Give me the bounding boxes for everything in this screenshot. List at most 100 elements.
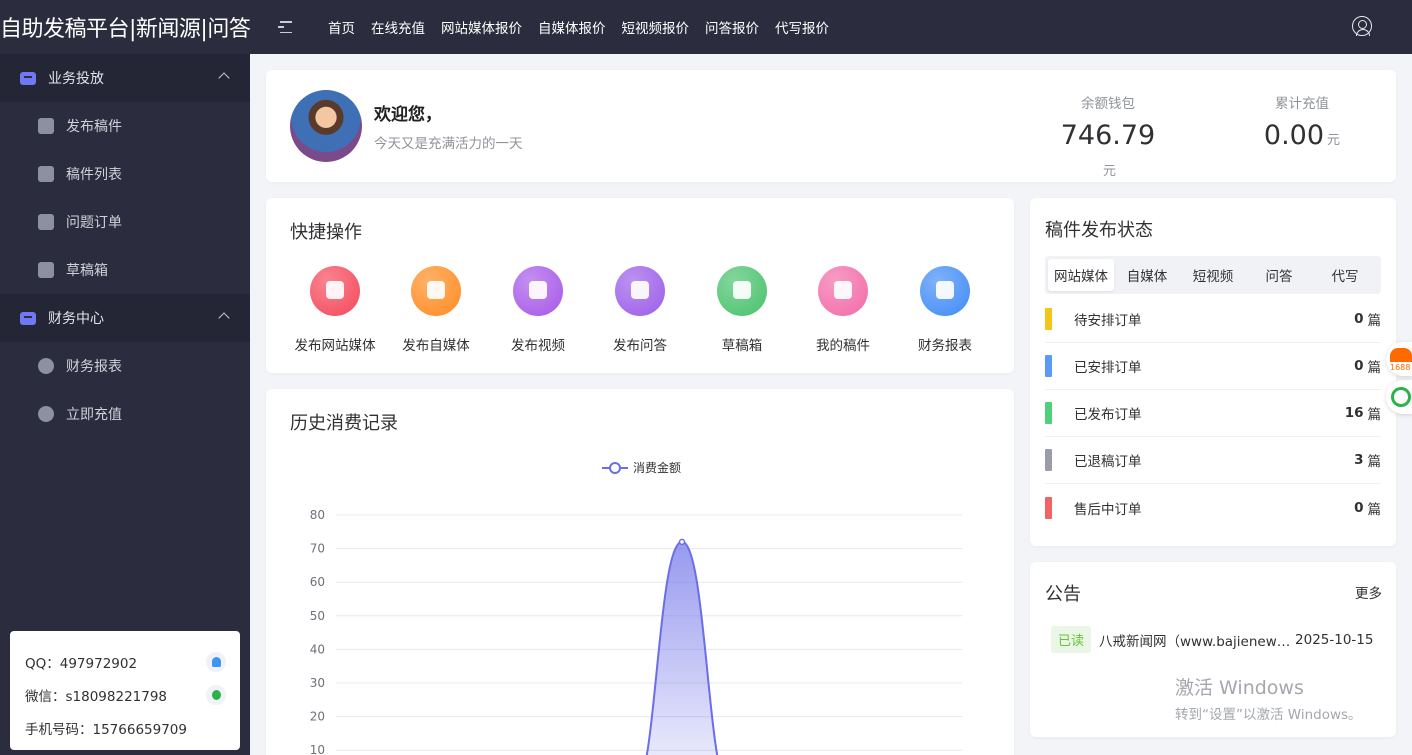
sidebar-group-business[interactable]: 业务投放 — [0, 54, 250, 102]
status-label: 已发布订单 — [1074, 407, 1142, 423]
notice-more-link[interactable]: 更多 — [1355, 582, 1382, 602]
balance-label: 余额钱包 — [1081, 96, 1135, 112]
inbox-icon — [38, 262, 54, 278]
publish-status-title: 稿件发布状态 — [1045, 220, 1153, 241]
green-circle-icon[interactable] — [1386, 380, 1412, 414]
sidebar-item-label: 问题订单 — [66, 215, 122, 231]
welcome-card: 欢迎您， 今天又是充满活力的一天 余额钱包 746.79元 累计充值 0.00 元 — [266, 70, 1396, 182]
status-color-bar — [1045, 496, 1052, 519]
nav-web-media-price[interactable]: 网站媒体报价 — [441, 17, 522, 37]
status-row-published[interactable]: 已发布订单 16 篇 — [1045, 390, 1381, 437]
chart-data-point[interactable] — [678, 538, 686, 546]
quick-drafts[interactable]: 草稿箱 — [692, 266, 792, 354]
tab-web-media[interactable]: 网站媒体 — [1048, 259, 1114, 291]
chart-y-tick-label: 50 — [310, 609, 325, 623]
sidebar-item-label: 财务报表 — [66, 359, 122, 375]
tab-short-video[interactable]: 短视频 — [1180, 259, 1246, 291]
nav-writing-price[interactable]: 代写报价 — [775, 17, 829, 37]
nav-short-video-price[interactable]: 短视频报价 — [622, 17, 690, 37]
contact-card: QQ：497972902 微信：s18098221798 手机号码：157666… — [10, 631, 240, 750]
status-count: 0 — [1354, 358, 1364, 374]
nav-qa-price[interactable]: 问答报价 — [705, 17, 759, 37]
qq-icon[interactable] — [206, 651, 226, 672]
sidebar-group-finance[interactable]: 财务中心 — [0, 294, 250, 342]
briefcase-icon — [20, 71, 36, 85]
quick-action-label: 我的稿件 — [816, 338, 870, 354]
notice-item[interactable]: 已读 八戒新闻网（www.bajienews.com） 2025-10-15 — [1051, 626, 1381, 653]
sidebar: 业务投放 发布稿件 稿件列表 问题订单 草稿箱 财务中心 财务报表 立即充值 Q… — [0, 54, 250, 755]
user-icon[interactable] — [1352, 16, 1372, 36]
top-bar: 自助发稿平台|新闻源|问答 首页 在线充值 网站媒体报价 自媒体报价 短视频报价… — [0, 0, 1412, 54]
tab-writing[interactable]: 代写 — [1312, 259, 1378, 291]
quick-actions-card: 快捷操作 发布网站媒体 发布自媒体 发布视频 发布问答 草稿箱 我的稿件 财务报… — [266, 198, 1014, 373]
tab-qa[interactable]: 问答 — [1246, 259, 1312, 291]
status-row-rejected[interactable]: 已退稿订单 3 篇 — [1045, 437, 1381, 484]
status-label: 已安排订单 — [1074, 360, 1142, 376]
notice-text: 八戒新闻网（www.bajienews.com） — [1099, 633, 1291, 650]
sidebar-item-drafts[interactable]: 草稿箱 — [0, 246, 250, 294]
status-label: 售后中订单 — [1074, 501, 1142, 518]
robot-icon — [615, 266, 665, 316]
status-unit: 篇 — [1367, 313, 1382, 329]
status-row-pending[interactable]: 待安排订单 0 篇 — [1045, 296, 1381, 343]
chart-y-tick-label: 40 — [310, 642, 325, 656]
top-nav: 首页 在线充值 网站媒体报价 自媒体报价 短视频报价 问答报价 代写报价 — [328, 17, 829, 37]
sidebar-item-publish[interactable]: 发布稿件 — [0, 102, 250, 150]
sidebar-item-problem-orders[interactable]: 问题订单 — [0, 198, 250, 246]
status-count: 3 — [1354, 452, 1364, 468]
news-icon — [920, 266, 970, 316]
upload-icon — [310, 266, 360, 316]
edit-icon — [38, 118, 54, 134]
sidebar-item-label: 稿件列表 — [66, 167, 122, 183]
chart-legend[interactable]: 消费金额 — [602, 459, 681, 476]
tab-self-media[interactable]: 自媒体 — [1114, 259, 1180, 291]
sidebar-item-recharge-now[interactable]: 立即充值 — [0, 390, 250, 438]
wallet-icon — [20, 311, 36, 325]
quick-finance-report[interactable]: 财务报表 — [895, 266, 995, 354]
quick-action-label: 发布视频 — [511, 338, 565, 354]
sidebar-item-label: 发布稿件 — [66, 119, 122, 135]
chevron-up-icon — [218, 312, 230, 324]
status-unit: 篇 — [1367, 501, 1382, 518]
quick-publish-video[interactable]: 发布视频 — [488, 266, 588, 354]
nav-home[interactable]: 首页 — [328, 17, 355, 37]
history-card: 历史消费记录 消费金额 80 70 60 50 40 30 20 10 — [266, 389, 1014, 755]
welcome-subtitle: 今天又是充满活力的一天 — [374, 136, 523, 152]
sidebar-item-label: 立即充值 — [66, 407, 122, 423]
chart-y-tick-label: 10 — [310, 743, 325, 755]
chart-y-tick-label: 70 — [310, 542, 325, 556]
balance-stat: 余额钱包 746.79 元 — [1058, 92, 1158, 182]
bar-chart-icon — [818, 266, 868, 316]
quick-publish-self-media[interactable]: 发布自媒体 — [386, 266, 486, 354]
collapse-menu-icon[interactable] — [278, 20, 292, 34]
quick-action-label: 草稿箱 — [721, 338, 763, 354]
quick-publish-web-media[interactable]: 发布网站媒体 — [285, 266, 385, 354]
status-count: 16 — [1344, 405, 1364, 421]
chart-area-fill — [646, 541, 718, 755]
windows-activation-watermark: 激活 Windows 转到“设置”以激活 Windows。 — [1175, 673, 1362, 723]
legend-line-icon — [602, 461, 628, 474]
brand-title: 自助发稿平台|新闻源|问答 — [0, 17, 251, 42]
status-row-arranged[interactable]: 已安排订单 0 篇 — [1045, 343, 1381, 390]
quick-my-articles[interactable]: 我的稿件 — [793, 266, 893, 354]
sidebar-item-finance-report[interactable]: 财务报表 — [0, 342, 250, 390]
recharge-label: 累计充值 — [1275, 96, 1329, 112]
status-row-after-sales[interactable]: 售后中订单 0 篇 — [1045, 484, 1381, 531]
status-color-bar — [1045, 308, 1052, 330]
welcome-title: 欢迎您， — [374, 105, 442, 125]
quick-action-label: 财务报表 — [918, 338, 972, 354]
watermark-line-2: 转到“设置”以激活 Windows。 — [1175, 707, 1362, 723]
wechat-icon[interactable] — [206, 684, 226, 705]
sidebar-item-article-list[interactable]: 稿件列表 — [0, 150, 250, 198]
status-unit: 篇 — [1367, 407, 1382, 423]
watermark-line-1: 激活 Windows — [1175, 677, 1304, 699]
quick-publish-qa[interactable]: 发布问答 — [590, 266, 690, 354]
alibaba-1688-icon[interactable]: 1688 — [1386, 342, 1412, 376]
nav-self-media-price[interactable]: 自媒体报价 — [538, 17, 606, 37]
chevron-up-icon — [218, 72, 230, 84]
nav-recharge[interactable]: 在线充值 — [371, 17, 425, 37]
broadcast-icon — [411, 266, 461, 316]
status-color-bar — [1045, 355, 1052, 377]
floating-buttons: 1688 — [1386, 342, 1412, 418]
message-icon — [717, 266, 767, 316]
